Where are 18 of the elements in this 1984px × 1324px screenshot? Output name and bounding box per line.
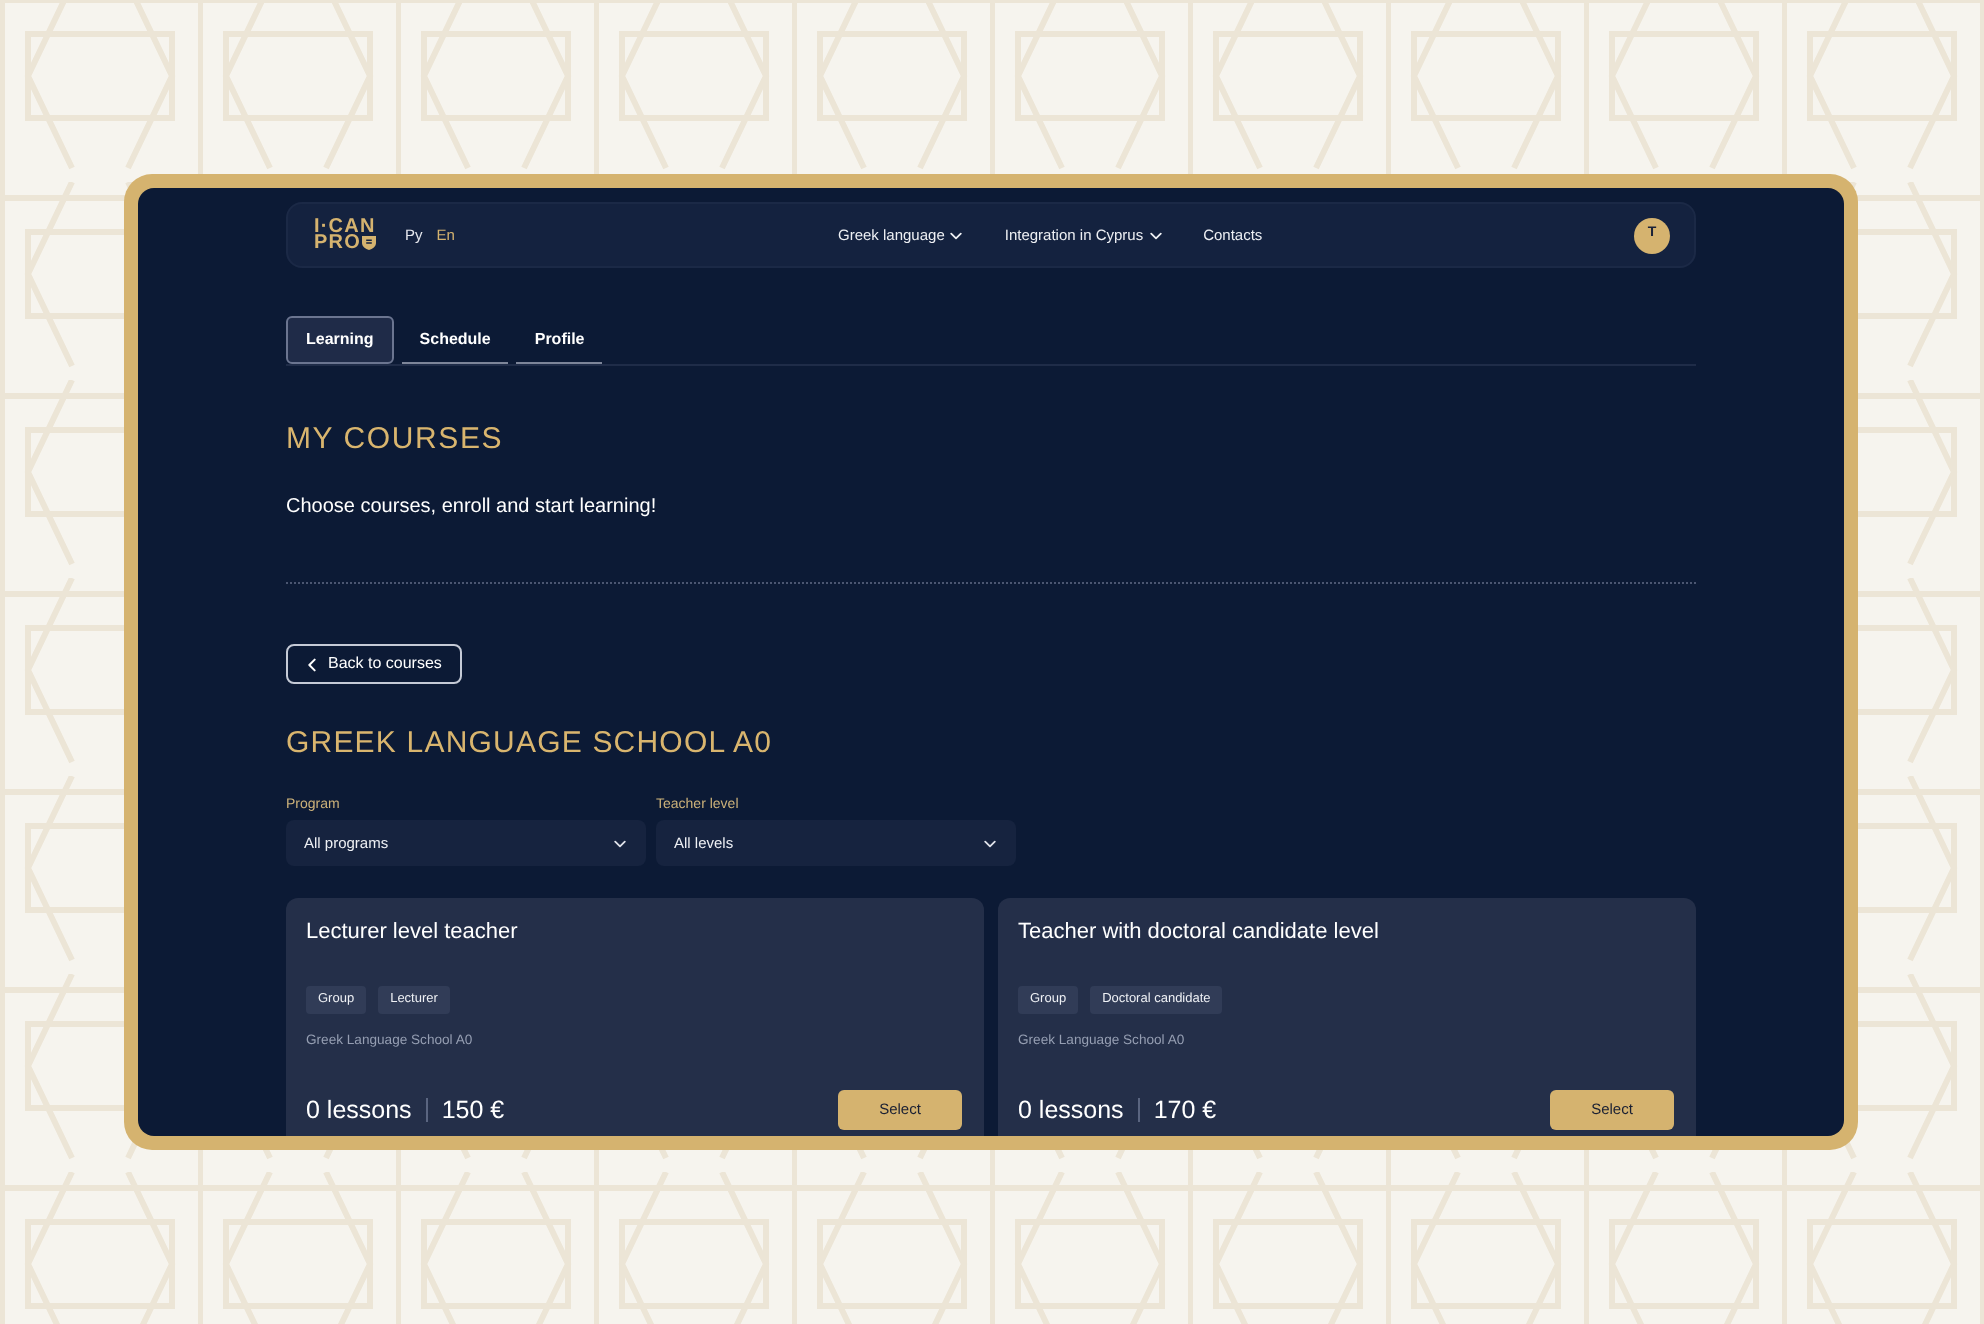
shield-icon [362, 236, 377, 250]
card-title: Lecturer level teacher [306, 918, 520, 946]
chevron-down-icon [614, 839, 626, 847]
price: 170 € [1153, 1094, 1217, 1126]
page-title: MY COURSES [286, 422, 506, 458]
tab[interactable]: Learning [286, 316, 394, 364]
card-title: Teacher with doctoral candidate level [1018, 918, 1381, 946]
page-subtitle: Choose courses, enroll and start learning! [286, 496, 659, 520]
chevron-left-icon [308, 657, 316, 671]
tab[interactable]: Profile [516, 316, 603, 364]
lesson-count: 0 lessons [1018, 1094, 1124, 1126]
tab[interactable]: Schedule [401, 316, 509, 364]
logo[interactable]: I·CAN PRO [314, 219, 377, 251]
course-title: GREEK LANGUAGE SCHOOL A0 [286, 726, 775, 762]
price: 150 € [441, 1094, 505, 1126]
lesson-count: 0 lessons [306, 1094, 412, 1126]
chevron-down-icon [984, 839, 996, 847]
back-button[interactable]: Back to courses [286, 644, 462, 684]
